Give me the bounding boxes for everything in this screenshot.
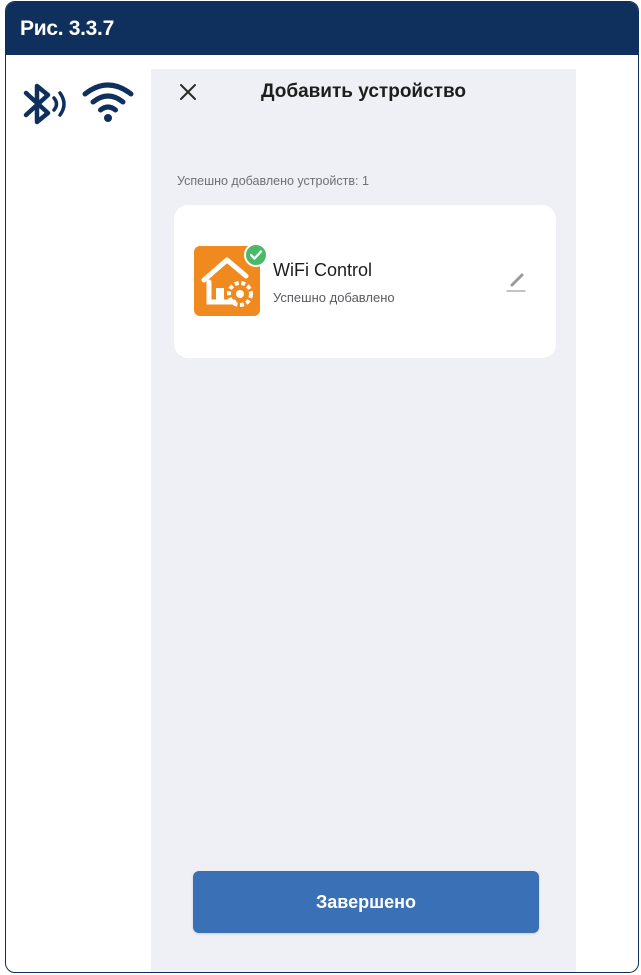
device-status: Успешно добавлено bbox=[273, 290, 395, 305]
device-card[interactable]: WiFi Control Успешно добавлено bbox=[174, 205, 556, 358]
edit-icon[interactable] bbox=[504, 268, 528, 294]
figure-header: Рис. 3.3.7 bbox=[6, 2, 638, 55]
device-name: WiFi Control bbox=[273, 260, 373, 280]
figure-title: Рис. 3.3.7 bbox=[20, 17, 114, 40]
bluetooth-icon bbox=[23, 83, 66, 125]
added-devices-count: Успешно добавлено устройств: 1 bbox=[177, 174, 369, 188]
check-circle-icon bbox=[244, 243, 268, 267]
wifi-icon bbox=[82, 82, 134, 122]
figure-frame: Рис. 3.3.7 Добавить устройство Успешно д… bbox=[5, 1, 639, 973]
app-screen: Добавить устройство Успешно добавлено ус… bbox=[151, 69, 576, 972]
page-title: Добавить устройство bbox=[260, 81, 467, 102]
done-button[interactable]: Завершено bbox=[193, 871, 539, 933]
